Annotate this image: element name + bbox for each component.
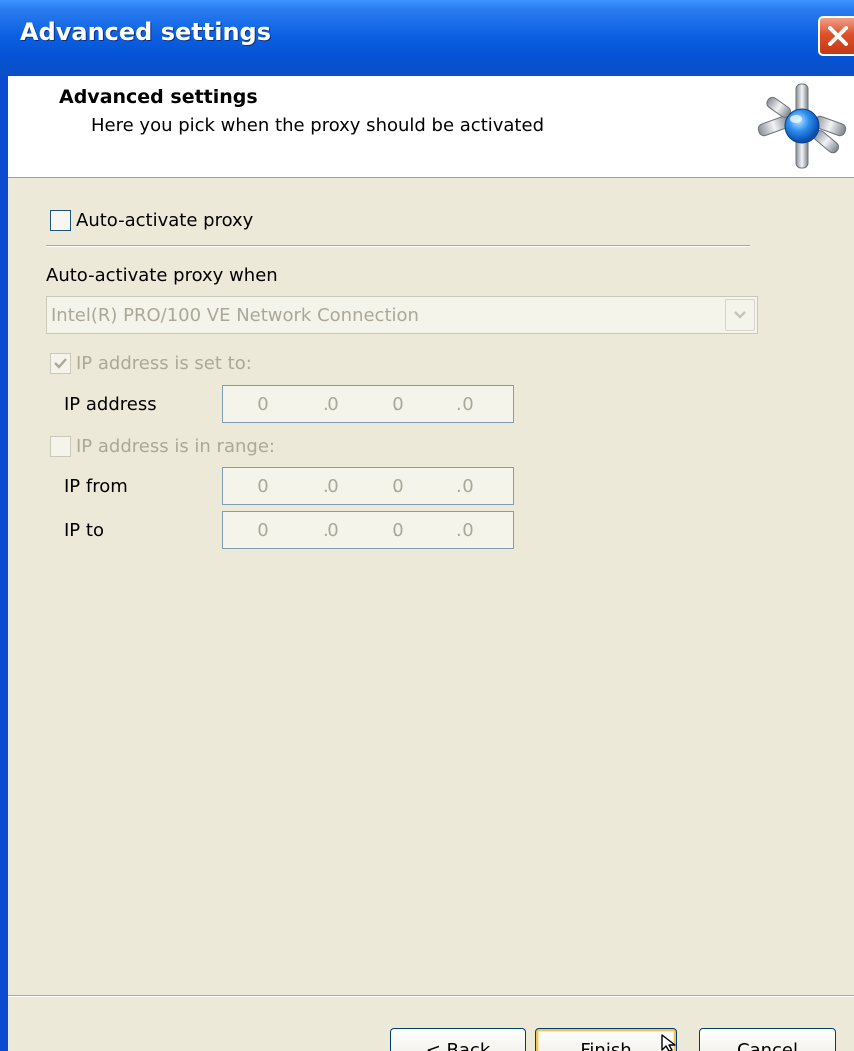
group-label: Auto-activate proxy when xyxy=(46,265,278,286)
ip-to-octet-2: 0 xyxy=(327,520,339,541)
adapter-dropdown-button[interactable] xyxy=(725,299,755,331)
ip-set-label[interactable]: IP address is set to: xyxy=(76,353,252,374)
ip-address-label: IP address xyxy=(64,394,157,415)
ip-from-octet-1: 0 xyxy=(257,476,269,497)
ip-to-octet-3: 0 xyxy=(392,520,404,541)
advanced-settings-dialog: Advanced settings Advanced settings Here… xyxy=(0,0,854,1051)
ip-from-octet-4: 0 xyxy=(462,476,474,497)
header-title: Advanced settings xyxy=(59,86,258,108)
network-adapter-select[interactable]: Intel(R) PRO/100 VE Network Connection xyxy=(46,296,758,334)
chevron-down-icon xyxy=(734,311,746,319)
adapter-selected-value: Intel(R) PRO/100 VE Network Connection xyxy=(51,305,419,326)
ip-set-checkbox[interactable] xyxy=(50,353,71,374)
ip-octet-3: 0 xyxy=(392,394,404,415)
ip-to-label: IP to xyxy=(64,520,104,541)
footer-separator xyxy=(8,995,854,997)
ip-address-field[interactable]: 0 . 0 . 0 . 0 xyxy=(222,385,514,423)
checkmark-icon xyxy=(54,358,67,369)
ip-octet-1: 0 xyxy=(257,394,269,415)
ip-to-octet-4: 0 xyxy=(462,520,474,541)
window-frame-left xyxy=(0,76,8,1051)
ip-from-field[interactable]: 0 . 0 . 0 . 0 xyxy=(222,467,514,505)
ip-from-octet-3: 0 xyxy=(392,476,404,497)
auto-activate-checkbox[interactable] xyxy=(50,210,71,231)
finish-button[interactable]: Finish xyxy=(535,1028,677,1051)
header-subtitle: Here you pick when the proxy should be a… xyxy=(91,115,544,136)
section-separator xyxy=(46,245,750,247)
mouse-pointer-icon xyxy=(661,1034,676,1051)
ip-range-checkbox[interactable] xyxy=(50,436,71,457)
back-button[interactable]: < Back xyxy=(390,1028,526,1051)
network-hub-icon xyxy=(757,83,847,169)
ip-from-label: IP from xyxy=(64,476,128,497)
close-icon xyxy=(828,26,848,46)
ip-octet-4: 0 xyxy=(462,394,474,415)
title-bar[interactable]: Advanced settings xyxy=(0,0,854,76)
ip-octet-2: 0 xyxy=(327,394,339,415)
close-button[interactable] xyxy=(818,16,854,56)
window-title: Advanced settings xyxy=(20,18,272,46)
auto-activate-label[interactable]: Auto-activate proxy xyxy=(76,210,253,231)
ip-from-octet-2: 0 xyxy=(327,476,339,497)
ip-range-label[interactable]: IP address is in range: xyxy=(76,436,275,457)
cancel-button[interactable]: Cancel xyxy=(699,1028,836,1051)
wizard-header: Advanced settings Here you pick when the… xyxy=(8,76,854,178)
ip-to-octet-1: 0 xyxy=(257,520,269,541)
ip-to-field[interactable]: 0 . 0 . 0 . 0 xyxy=(222,511,514,549)
